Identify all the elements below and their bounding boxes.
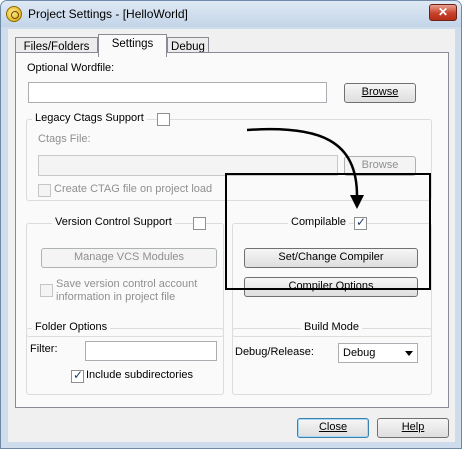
project-settings-window: Project Settings - [HelloWorld] ✕ Files/… — [0, 0, 462, 449]
tab-settings[interactable]: Settings — [98, 34, 167, 57]
annotation-arrow-icon — [246, 127, 364, 209]
